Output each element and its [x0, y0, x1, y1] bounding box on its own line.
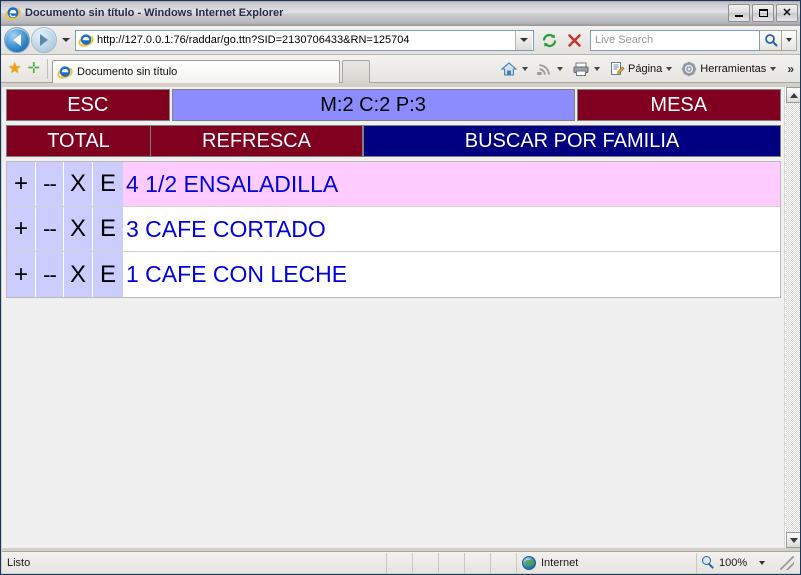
security-zone[interactable]: Internet [517, 552, 697, 573]
decrease-quantity-button[interactable]: -- [36, 252, 64, 297]
address-bar: http://127.0.0.1:76/raddar/go.ttn?SID=21… [1, 26, 800, 55]
print-button[interactable] [570, 58, 607, 80]
tab-strip: Documento sin título [52, 55, 498, 83]
scroll-up-button[interactable] [786, 87, 800, 103]
address-dropdown-chevron-down-icon[interactable] [515, 30, 532, 50]
edit-item-button[interactable]: E [93, 252, 123, 297]
status-slot-5 [491, 552, 517, 573]
page-menu-button[interactable]: Página [607, 58, 679, 80]
maximize-button[interactable] [752, 4, 774, 22]
close-button[interactable]: ✕ [776, 4, 798, 22]
search-placeholder-text: Live Search [595, 34, 654, 46]
page-chevron-down-icon [666, 66, 673, 71]
command-bar-right: Página Herramientas » [498, 58, 796, 80]
security-zone-label: Internet [541, 556, 579, 569]
page-menu-label: Página [628, 62, 663, 75]
order-item-label[interactable]: 1 CAFE CON LECHE [123, 252, 780, 297]
decrease-quantity-button[interactable]: -- [36, 162, 64, 206]
buscar-por-familia-button[interactable]: BUSCAR POR FAMILIA [363, 125, 781, 157]
scroll-down-button[interactable] [786, 532, 800, 548]
status-slot-4 [465, 552, 491, 573]
tab-favicon-icon [57, 64, 73, 80]
toolbar-overflow-icon[interactable]: » [787, 62, 794, 76]
feeds-button[interactable] [535, 58, 570, 80]
zoom-control[interactable]: 100% [697, 553, 800, 573]
new-tab-button[interactable] [342, 59, 371, 83]
increase-quantity-button[interactable]: + [7, 207, 36, 251]
zoom-magnifier-icon [702, 556, 715, 569]
pos-application: ESC M:2 C:2 P:3 MESA TOTAL REFRESCA BUSC… [6, 89, 781, 298]
resize-grip[interactable] [780, 555, 794, 570]
minimize-button[interactable] [728, 4, 750, 22]
delete-item-button[interactable]: X [64, 162, 93, 206]
delete-item-button[interactable]: X [64, 207, 93, 251]
search-provider-chevron-down-icon[interactable] [782, 29, 797, 51]
tools-chevron-down-icon [770, 66, 777, 71]
back-button[interactable] [4, 27, 30, 53]
order-row[interactable]: + -- X E 4 1/2 ENSALADILLA [7, 162, 780, 207]
status-slot-1 [387, 552, 413, 573]
browser-window: Documento sin título - Windows Internet … [0, 0, 801, 575]
command-bar: ★ ✛ Documento sin título Página Herramie… [1, 55, 800, 83]
zoom-chevron-down-icon[interactable] [759, 560, 766, 565]
increase-quantity-button[interactable]: + [7, 252, 36, 297]
mesa-button[interactable]: MESA [576, 89, 781, 121]
increase-quantity-button[interactable]: + [7, 162, 36, 206]
tab-documento-sin-titulo[interactable]: Documento sin título [52, 59, 341, 83]
search-input[interactable]: Live Search [590, 29, 760, 51]
esc-button[interactable]: ESC [6, 89, 170, 121]
tools-menu-button[interactable]: Herramientas [679, 58, 783, 80]
home-button[interactable] [498, 58, 535, 80]
refresca-button[interactable]: REFRESCA [151, 125, 363, 157]
total-button[interactable]: TOTAL [6, 125, 151, 157]
order-item-label[interactable]: 4 1/2 ENSALADILLA [123, 162, 780, 206]
status-bar: Listo Internet 100% [2, 551, 800, 573]
table-info-display[interactable]: M:2 C:2 P:3 [171, 89, 575, 121]
zoom-level-label: 100% [719, 556, 748, 569]
status-text: Listo [2, 552, 387, 573]
decrease-quantity-button[interactable]: -- [36, 207, 64, 251]
address-input[interactable]: http://127.0.0.1:76/raddar/go.ttn?SID=21… [75, 29, 534, 51]
internet-zone-globe-icon [522, 555, 536, 570]
recent-pages-chevron-down-icon[interactable] [62, 38, 70, 42]
page-favicon-icon [78, 32, 94, 48]
vertical-scrollbar[interactable] [785, 87, 800, 548]
tab-title: Documento sin título [77, 65, 178, 78]
order-item-label[interactable]: 3 CAFE CORTADO [123, 207, 780, 251]
page-content: ESC M:2 C:2 P:3 MESA TOTAL REFRESCA BUSC… [2, 87, 785, 548]
toolbar-divider [47, 58, 49, 79]
feeds-chevron-down-icon [557, 66, 564, 71]
home-chevron-down-icon [522, 66, 529, 71]
search-icon[interactable] [760, 29, 782, 51]
delete-item-button[interactable]: X [64, 252, 93, 297]
favorites-star-icon[interactable]: ★ [8, 61, 21, 76]
title-bar: Documento sin título - Windows Internet … [1, 1, 800, 26]
print-chevron-down-icon [594, 66, 601, 71]
edit-item-button[interactable]: E [93, 207, 123, 251]
forward-button[interactable] [31, 27, 57, 53]
stop-button[interactable] [563, 29, 586, 51]
add-favorite-star-icon[interactable]: ✛ [27, 61, 40, 76]
edit-item-button[interactable]: E [93, 162, 123, 206]
window-controls: ✕ [728, 4, 798, 22]
window-title: Documento sin título - Windows Internet … [25, 7, 284, 19]
order-list: + -- X E 4 1/2 ENSALADILLA + -- X E 3 CA… [6, 161, 781, 298]
order-row[interactable]: + -- X E 3 CAFE CORTADO [7, 207, 780, 252]
order-row[interactable]: + -- X E 1 CAFE CON LECHE [7, 252, 780, 297]
internet-explorer-icon [5, 5, 21, 21]
refresh-button[interactable] [538, 29, 561, 51]
pos-header-row-1: ESC M:2 C:2 P:3 MESA [6, 89, 781, 121]
status-slot-3 [439, 552, 465, 573]
address-url-text: http://127.0.0.1:76/raddar/go.ttn?SID=21… [97, 34, 410, 46]
pos-header-row-2: TOTAL REFRESCA BUSCAR POR FAMILIA [6, 125, 781, 157]
status-slot-2 [413, 552, 439, 573]
page-viewport: ESC M:2 C:2 P:3 MESA TOTAL REFRESCA BUSC… [2, 87, 800, 548]
tools-menu-label: Herramientas [700, 62, 767, 75]
